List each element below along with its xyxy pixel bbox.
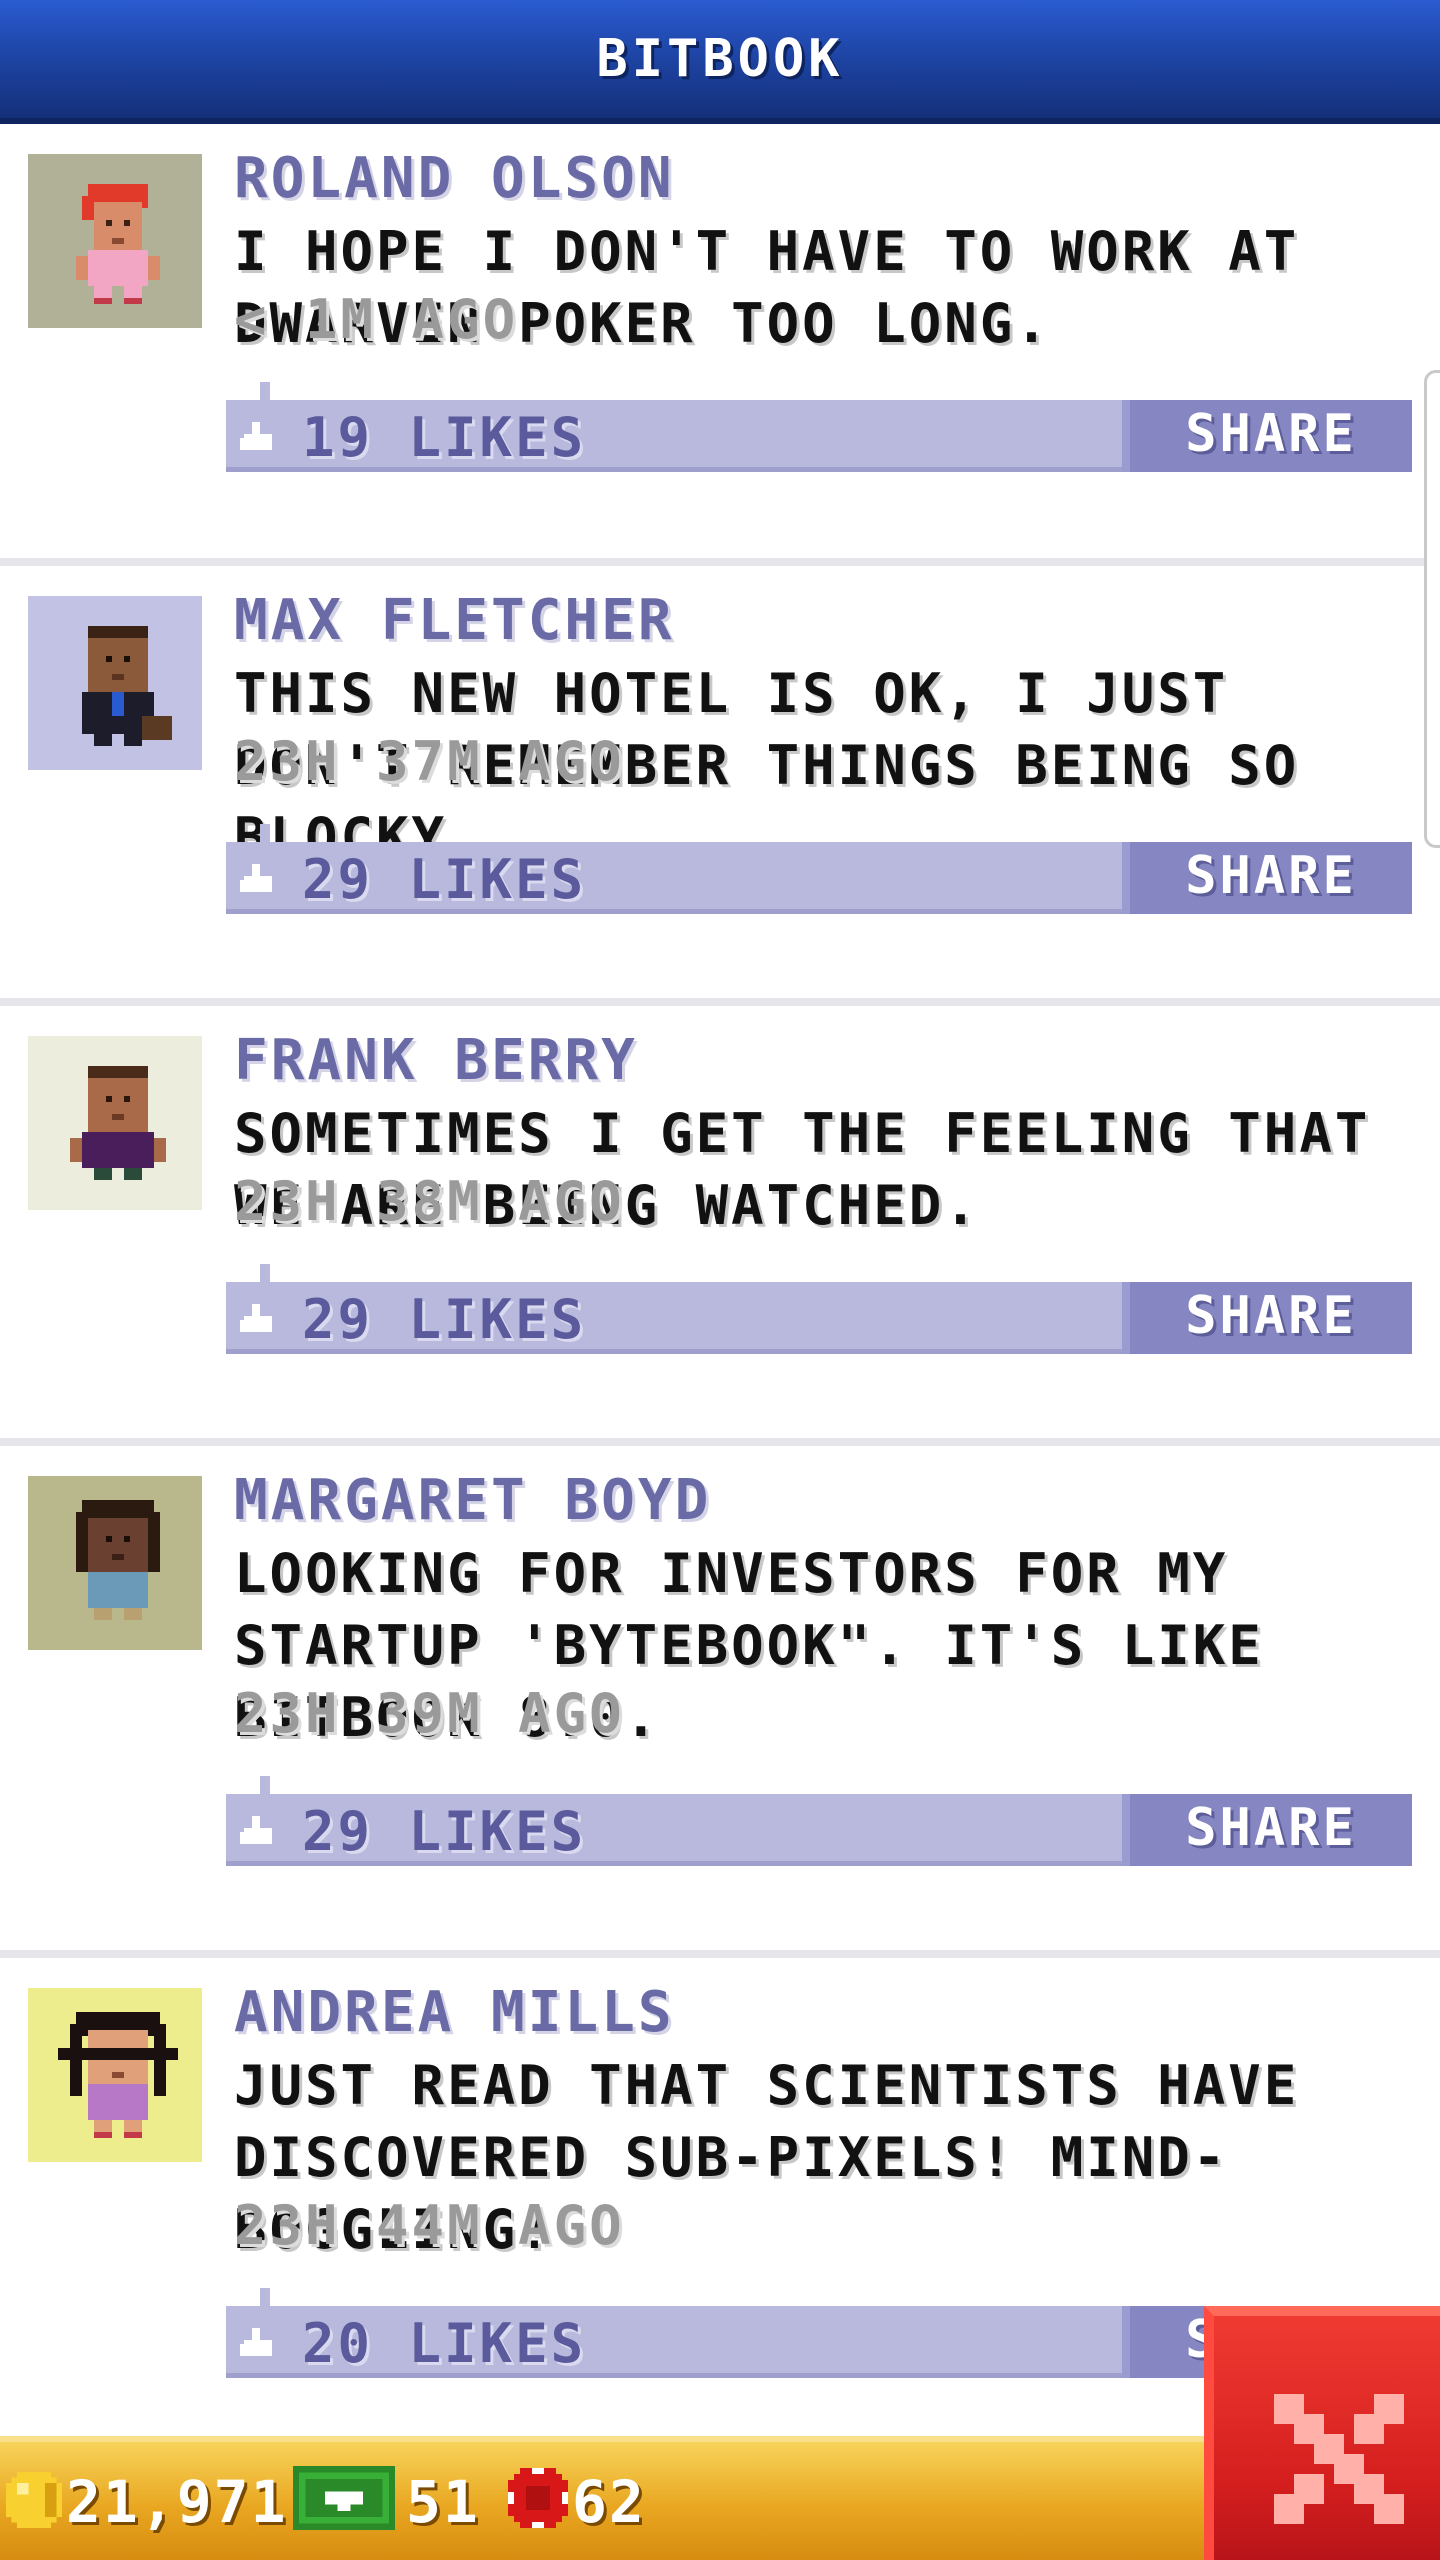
thumbs-up-icon[interactable] bbox=[240, 1300, 276, 1336]
post-timestamp: < 1M AGO bbox=[234, 288, 519, 351]
casino-chip-icon bbox=[508, 2468, 568, 2528]
coin-count: 21,971 bbox=[66, 2468, 288, 2536]
post-roland-olson: ROLAND OLSON I HOPE I DON'T HAVE TO WORK… bbox=[0, 146, 1440, 594]
likes-count: 19 LIKES bbox=[302, 406, 587, 469]
scrollbar[interactable] bbox=[1424, 370, 1440, 848]
thumbs-up-icon[interactable] bbox=[240, 2324, 276, 2360]
poster-name: MAX FLETCHER bbox=[234, 588, 675, 653]
post-timestamp: 23H 39M AGO bbox=[234, 1682, 625, 1745]
poster-name: MARGARET BOYD bbox=[234, 1468, 712, 1533]
coin-icon bbox=[6, 2472, 62, 2528]
avatar[interactable] bbox=[28, 596, 202, 770]
share-button[interactable]: SHARE bbox=[1122, 1794, 1412, 1866]
avatar[interactable] bbox=[28, 154, 202, 328]
chip-count: 62 bbox=[572, 2468, 646, 2536]
avatar[interactable] bbox=[28, 1476, 202, 1650]
like-bar: 29 LIKES SHARE bbox=[226, 824, 1412, 914]
post-timestamp: 23H 44M AGO bbox=[234, 2194, 625, 2257]
thumbs-up-icon[interactable] bbox=[240, 1812, 276, 1848]
likes-count: 29 LIKES bbox=[302, 1800, 587, 1863]
avatar[interactable] bbox=[28, 1988, 202, 2162]
app-header: BITBOOK bbox=[0, 0, 1440, 124]
close-icon bbox=[1274, 2394, 1404, 2524]
like-bar: 29 LIKES SHARE bbox=[226, 1264, 1412, 1354]
post-frank-berry: FRANK BERRY SOMETIMES I GET THE FEELING … bbox=[0, 998, 1440, 1438]
likes-count: 29 LIKES bbox=[302, 1288, 587, 1351]
post-max-fletcher: MAX FLETCHER THIS NEW HOTEL IS OK, I JUS… bbox=[0, 558, 1440, 998]
poster-name: ANDREA MILLS bbox=[234, 1980, 675, 2045]
bux-count: 51 bbox=[406, 2468, 480, 2536]
thumbs-up-icon[interactable] bbox=[240, 418, 276, 454]
post-timestamp: 23H 37M AGO bbox=[234, 730, 625, 793]
like-bar: 29 LIKES SHARE bbox=[226, 1776, 1412, 1866]
post-timestamp: 23H 38M AGO bbox=[234, 1170, 625, 1233]
likes-count: 20 LIKES bbox=[302, 2312, 587, 2375]
share-button[interactable]: SHARE bbox=[1122, 1282, 1412, 1354]
poster-name: ROLAND OLSON bbox=[234, 146, 675, 211]
thumbs-up-icon[interactable] bbox=[240, 860, 276, 896]
poster-name: FRANK BERRY bbox=[234, 1028, 638, 1093]
bux-cash-icon bbox=[292, 2466, 396, 2530]
page-title: BITBOOK bbox=[596, 29, 844, 89]
close-button[interactable] bbox=[1204, 2306, 1440, 2560]
likes-count: 29 LIKES bbox=[302, 848, 587, 911]
like-bar: 19 LIKES SHARE bbox=[226, 382, 1412, 472]
avatar[interactable] bbox=[28, 1036, 202, 1210]
post-margaret-boyd: MARGARET BOYD LOOKING FOR INVESTORS FOR … bbox=[0, 1438, 1440, 1950]
share-button[interactable]: SHARE bbox=[1122, 842, 1412, 914]
share-button[interactable]: SHARE bbox=[1122, 400, 1412, 472]
